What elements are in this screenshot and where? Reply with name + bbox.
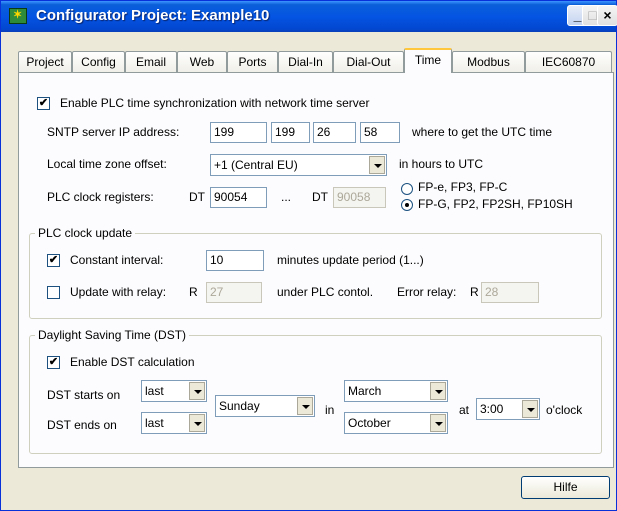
dst-ends-label: DST ends on — [47, 418, 117, 432]
dst-starts-label: DST starts on — [47, 388, 121, 402]
clock-register-start-field[interactable]: 90054 — [210, 187, 267, 208]
time-tab-panel: ✔ Enable PLC time synchronization with n… — [18, 72, 614, 468]
clock-register-end-field: 90058 — [333, 187, 386, 208]
time-zone-label: Local time zone offset: — [47, 157, 167, 171]
configurator-window: ✶ Configurator Project: Example10 _ □ × … — [0, 0, 617, 511]
register-range-ellipsis: ... — [281, 190, 292, 204]
chevron-down-icon[interactable] — [297, 397, 313, 415]
dst-end-week-value: last — [145, 416, 164, 430]
update-with-relay-label: Update with relay: — [70, 285, 167, 299]
update-relay-field: 27 — [206, 282, 262, 303]
window-title: Configurator Project: Example10 — [36, 7, 270, 24]
error-relay-field: 28 — [481, 282, 539, 303]
error-relay-label: Error relay: — [397, 285, 457, 299]
dst-oclock-label: o'clock — [546, 403, 583, 417]
dt-prefix-from: DT — [189, 190, 205, 204]
plc-type-radio-a[interactable] — [401, 183, 413, 195]
relay-r-prefix: R — [189, 285, 198, 299]
tab-dial-out[interactable]: Dial-Out — [333, 51, 404, 72]
plc-type-radio-a-label: FP-e, FP3, FP-C — [418, 180, 508, 194]
dst-time-dropdown[interactable]: 3:00 — [476, 398, 540, 420]
enable-time-sync-checkbox[interactable]: ✔ — [37, 97, 50, 110]
dst-end-week-dropdown[interactable]: last — [141, 412, 207, 434]
plc-clock-update-group — [29, 233, 602, 319]
tab-web[interactable]: Web — [177, 51, 227, 72]
dst-start-month-value: March — [348, 384, 382, 398]
time-zone-value: +1 (Central EU) — [214, 158, 298, 172]
tab-project[interactable]: Project — [18, 51, 72, 72]
dst-weekday-dropdown[interactable]: Sunday — [215, 395, 315, 417]
tab-dial-in[interactable]: Dial-In — [278, 51, 333, 72]
chevron-down-icon[interactable] — [430, 382, 446, 400]
sntp-ip-octet-2[interactable]: 199 — [271, 122, 310, 143]
enable-dst-checkbox[interactable]: ✔ — [47, 356, 60, 369]
constant-interval-label: Constant interval: — [70, 253, 164, 267]
plc-type-radio-b[interactable] — [401, 199, 413, 211]
update-interval-field[interactable]: 10 — [206, 250, 264, 271]
time-zone-hint: in hours to UTC — [399, 157, 484, 171]
tab-email[interactable]: Email — [125, 51, 177, 72]
dst-at-label: at — [459, 403, 470, 417]
dst-weekday-value: Sunday — [219, 399, 260, 413]
tab-modbus[interactable]: Modbus — [452, 51, 525, 72]
plc-type-radio-b-label: FP-G, FP2, FP2SH, FP10SH — [418, 197, 573, 211]
help-button[interactable]: Hilfe — [521, 476, 610, 499]
dst-in-label: in — [325, 403, 335, 417]
configurator-app-icon[interactable]: ✶ — [9, 8, 27, 24]
sntp-ip-octet-1[interactable]: 199 — [210, 122, 267, 143]
chevron-down-icon[interactable] — [430, 414, 446, 432]
dst-group-title: Daylight Saving Time (DST) — [35, 328, 190, 342]
dst-start-week-value: last — [145, 384, 164, 398]
plc-clock-update-title: PLC clock update — [35, 226, 136, 240]
sntp-ip-octet-4[interactable]: 58 — [360, 122, 400, 143]
sntp-server-label: SNTP server IP address: — [47, 125, 180, 139]
dst-start-month-dropdown[interactable]: March — [344, 380, 448, 402]
chevron-down-icon[interactable] — [522, 400, 538, 418]
sntp-hint: where to get the UTC time — [412, 125, 553, 139]
time-zone-dropdown[interactable]: +1 (Central EU) — [210, 154, 387, 176]
enable-time-sync-label: Enable PLC time synchronization with net… — [60, 96, 370, 110]
tab-time[interactable]: Time — [404, 48, 452, 73]
sntp-ip-octet-3[interactable]: 26 — [313, 122, 356, 143]
tab-iec60870[interactable]: IEC60870 — [525, 51, 612, 72]
close-button[interactable]: × — [597, 5, 617, 26]
dst-time-value: 3:00 — [480, 402, 504, 416]
update-with-relay-checkbox[interactable] — [47, 286, 60, 299]
title-bar[interactable]: ✶ Configurator Project: Example10 _ □ × — [1, 1, 617, 32]
chevron-down-icon[interactable] — [369, 156, 385, 174]
chevron-down-icon[interactable] — [189, 414, 205, 432]
chevron-down-icon[interactable] — [189, 382, 205, 400]
constant-interval-checkbox[interactable]: ✔ — [47, 254, 60, 267]
plc-clock-registers-label: PLC clock registers: — [47, 190, 154, 204]
relay-hint: under PLC contol. — [277, 285, 374, 299]
enable-dst-label: Enable DST calculation — [70, 355, 195, 369]
dst-end-month-dropdown[interactable]: October — [344, 412, 448, 434]
tab-ports[interactable]: Ports — [227, 51, 278, 72]
update-interval-hint: minutes update period (1...) — [277, 253, 424, 267]
dst-end-month-value: October — [348, 416, 391, 430]
error-relay-r-prefix: R — [470, 285, 479, 299]
tab-config[interactable]: Config — [72, 51, 125, 72]
dt-prefix-to: DT — [312, 190, 328, 204]
dst-start-week-dropdown[interactable]: last — [141, 380, 207, 402]
